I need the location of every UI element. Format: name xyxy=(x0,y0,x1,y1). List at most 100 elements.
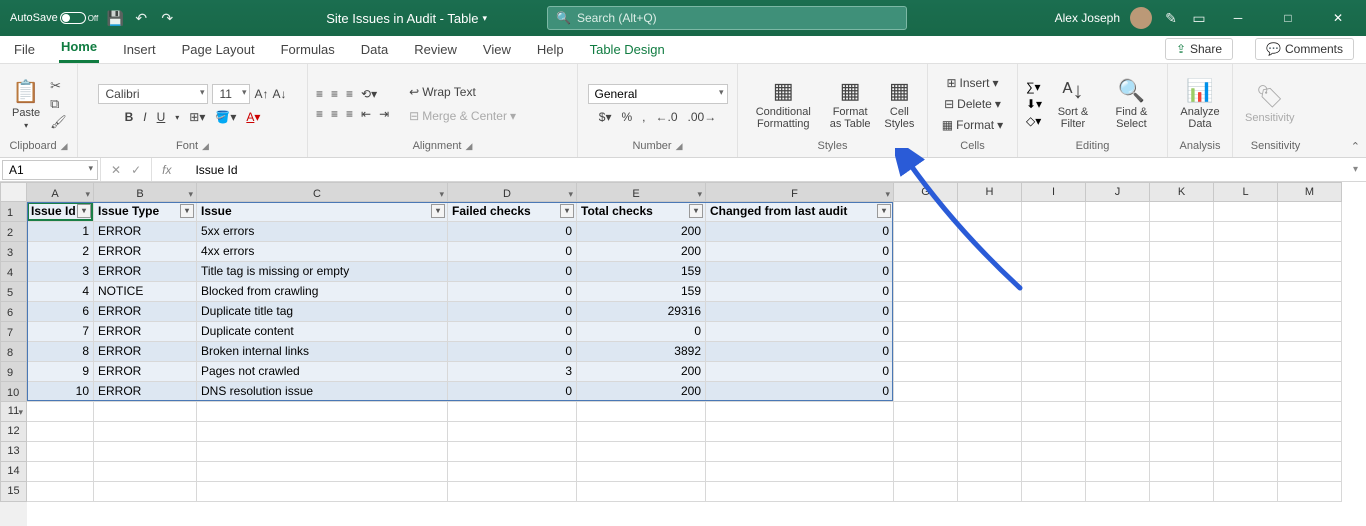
avatar[interactable] xyxy=(1130,7,1152,29)
col-header[interactable]: M xyxy=(1278,182,1342,202)
row-header[interactable]: 14 xyxy=(0,462,27,482)
cell[interactable] xyxy=(1214,462,1278,482)
select-all-corner[interactable] xyxy=(0,182,27,202)
user-name[interactable]: Alex Joseph xyxy=(1055,11,1120,25)
cell[interactable] xyxy=(894,402,958,422)
cancel-formula-icon[interactable]: ✕ xyxy=(111,163,121,177)
copy-icon[interactable]: ⧉ xyxy=(50,96,67,112)
decrease-decimal-icon[interactable]: .00→ xyxy=(688,110,717,124)
paste-button[interactable]: 📋Paste▾ xyxy=(8,77,44,132)
col-header[interactable]: L xyxy=(1214,182,1278,202)
cell[interactable] xyxy=(1278,382,1342,402)
table-cell[interactable]: 0 xyxy=(706,262,894,282)
cell[interactable] xyxy=(958,482,1022,502)
col-header[interactable]: A xyxy=(27,182,94,202)
row-header[interactable]: 3 xyxy=(0,242,27,262)
cell[interactable] xyxy=(1086,282,1150,302)
cell[interactable] xyxy=(94,482,197,502)
cell[interactable] xyxy=(706,402,894,422)
table-cell[interactable]: 0 xyxy=(706,362,894,382)
row-header[interactable]: 4 xyxy=(0,262,27,282)
row-header[interactable]: 5 xyxy=(0,282,27,302)
cell[interactable] xyxy=(1278,402,1342,422)
cell[interactable] xyxy=(1214,242,1278,262)
cell[interactable] xyxy=(1086,342,1150,362)
table-cell[interactable]: 0 xyxy=(706,282,894,302)
search-input[interactable]: 🔍 Search (Alt+Q) xyxy=(547,6,907,30)
autosave-toggle[interactable]: AutoSave Off xyxy=(10,12,98,24)
increase-decimal-icon[interactable]: ←.0 xyxy=(656,110,678,124)
cell[interactable] xyxy=(1214,202,1278,222)
cell[interactable] xyxy=(197,402,448,422)
cell[interactable] xyxy=(1150,342,1214,362)
table-cell[interactable]: ERROR xyxy=(94,242,197,262)
dialog-launcher-icon[interactable]: ◢ xyxy=(676,141,683,152)
tab-insert[interactable]: Insert xyxy=(121,38,158,63)
table-cell[interactable]: 1 xyxy=(27,222,94,242)
cell[interactable] xyxy=(27,442,94,462)
table-cell[interactable]: Broken internal links xyxy=(197,342,448,362)
table-cell[interactable]: 3 xyxy=(27,262,94,282)
font-name-select[interactable]: Calibri xyxy=(98,84,208,104)
col-header[interactable]: D xyxy=(448,182,577,202)
cell[interactable] xyxy=(894,342,958,362)
sort-filter-button[interactable]: ᴬ↓Sort & Filter xyxy=(1048,76,1098,132)
cell[interactable] xyxy=(1022,342,1086,362)
undo-icon[interactable]: ↶ xyxy=(132,9,150,27)
cell[interactable] xyxy=(958,242,1022,262)
cell[interactable] xyxy=(1150,462,1214,482)
cell[interactable] xyxy=(197,482,448,502)
save-icon[interactable]: 💾 xyxy=(106,9,124,27)
conditional-formatting-button[interactable]: ▦Conditional Formatting xyxy=(746,76,821,132)
table-header-cell[interactable]: Total checks▾ xyxy=(577,202,706,222)
cell[interactable] xyxy=(1150,222,1214,242)
col-header[interactable]: E xyxy=(577,182,706,202)
tab-file[interactable]: File xyxy=(12,38,37,63)
table-cell[interactable]: DNS resolution issue xyxy=(197,382,448,402)
table-cell[interactable]: 200 xyxy=(577,362,706,382)
dialog-launcher-icon[interactable]: ◢ xyxy=(61,141,68,152)
table-cell[interactable]: ERROR xyxy=(94,222,197,242)
row-header[interactable]: 13 xyxy=(0,442,27,462)
tab-view[interactable]: View xyxy=(481,38,513,63)
tab-review[interactable]: Review xyxy=(412,38,459,63)
cell[interactable] xyxy=(197,422,448,442)
cut-icon[interactable]: ✂ xyxy=(50,78,67,94)
cell[interactable] xyxy=(958,322,1022,342)
align-center-icon[interactable]: ≡ xyxy=(331,107,338,121)
cell[interactable] xyxy=(1214,422,1278,442)
cell[interactable] xyxy=(1086,482,1150,502)
find-select-button[interactable]: 🔍Find & Select xyxy=(1104,76,1159,132)
cell[interactable] xyxy=(577,422,706,442)
cell[interactable] xyxy=(894,422,958,442)
cell[interactable] xyxy=(577,442,706,462)
table-cell[interactable]: 0 xyxy=(577,322,706,342)
cell[interactable] xyxy=(1214,302,1278,322)
maximize-button[interactable]: □ xyxy=(1268,0,1308,36)
cell[interactable] xyxy=(94,462,197,482)
row-header[interactable]: 7 xyxy=(0,322,27,342)
cell[interactable] xyxy=(1022,462,1086,482)
table-cell[interactable]: 2 xyxy=(27,242,94,262)
cell[interactable] xyxy=(1022,242,1086,262)
cell[interactable] xyxy=(1278,362,1342,382)
table-cell[interactable]: ERROR xyxy=(94,382,197,402)
row-header[interactable]: 10 xyxy=(0,382,27,402)
formula-value[interactable]: Issue Id xyxy=(181,163,237,177)
table-cell[interactable]: 0 xyxy=(448,262,577,282)
table-cell[interactable]: 0 xyxy=(448,342,577,362)
cell[interactable] xyxy=(1214,262,1278,282)
col-header[interactable]: K xyxy=(1150,182,1214,202)
expand-formula-bar-icon[interactable]: ▾ xyxy=(1345,164,1366,175)
tools-icon[interactable]: ✎ xyxy=(1162,9,1180,27)
cell[interactable] xyxy=(1278,322,1342,342)
table-header-cell[interactable]: Issue Type▾ xyxy=(94,202,197,222)
table-cell[interactable]: 0 xyxy=(706,322,894,342)
cell[interactable] xyxy=(94,442,197,462)
cell[interactable] xyxy=(1022,422,1086,442)
cell[interactable] xyxy=(1214,362,1278,382)
table-cell[interactable]: 0 xyxy=(448,282,577,302)
filter-dropdown-icon[interactable]: ▾ xyxy=(180,204,194,218)
cell[interactable] xyxy=(1150,402,1214,422)
comma-format-icon[interactable]: , xyxy=(642,110,645,124)
